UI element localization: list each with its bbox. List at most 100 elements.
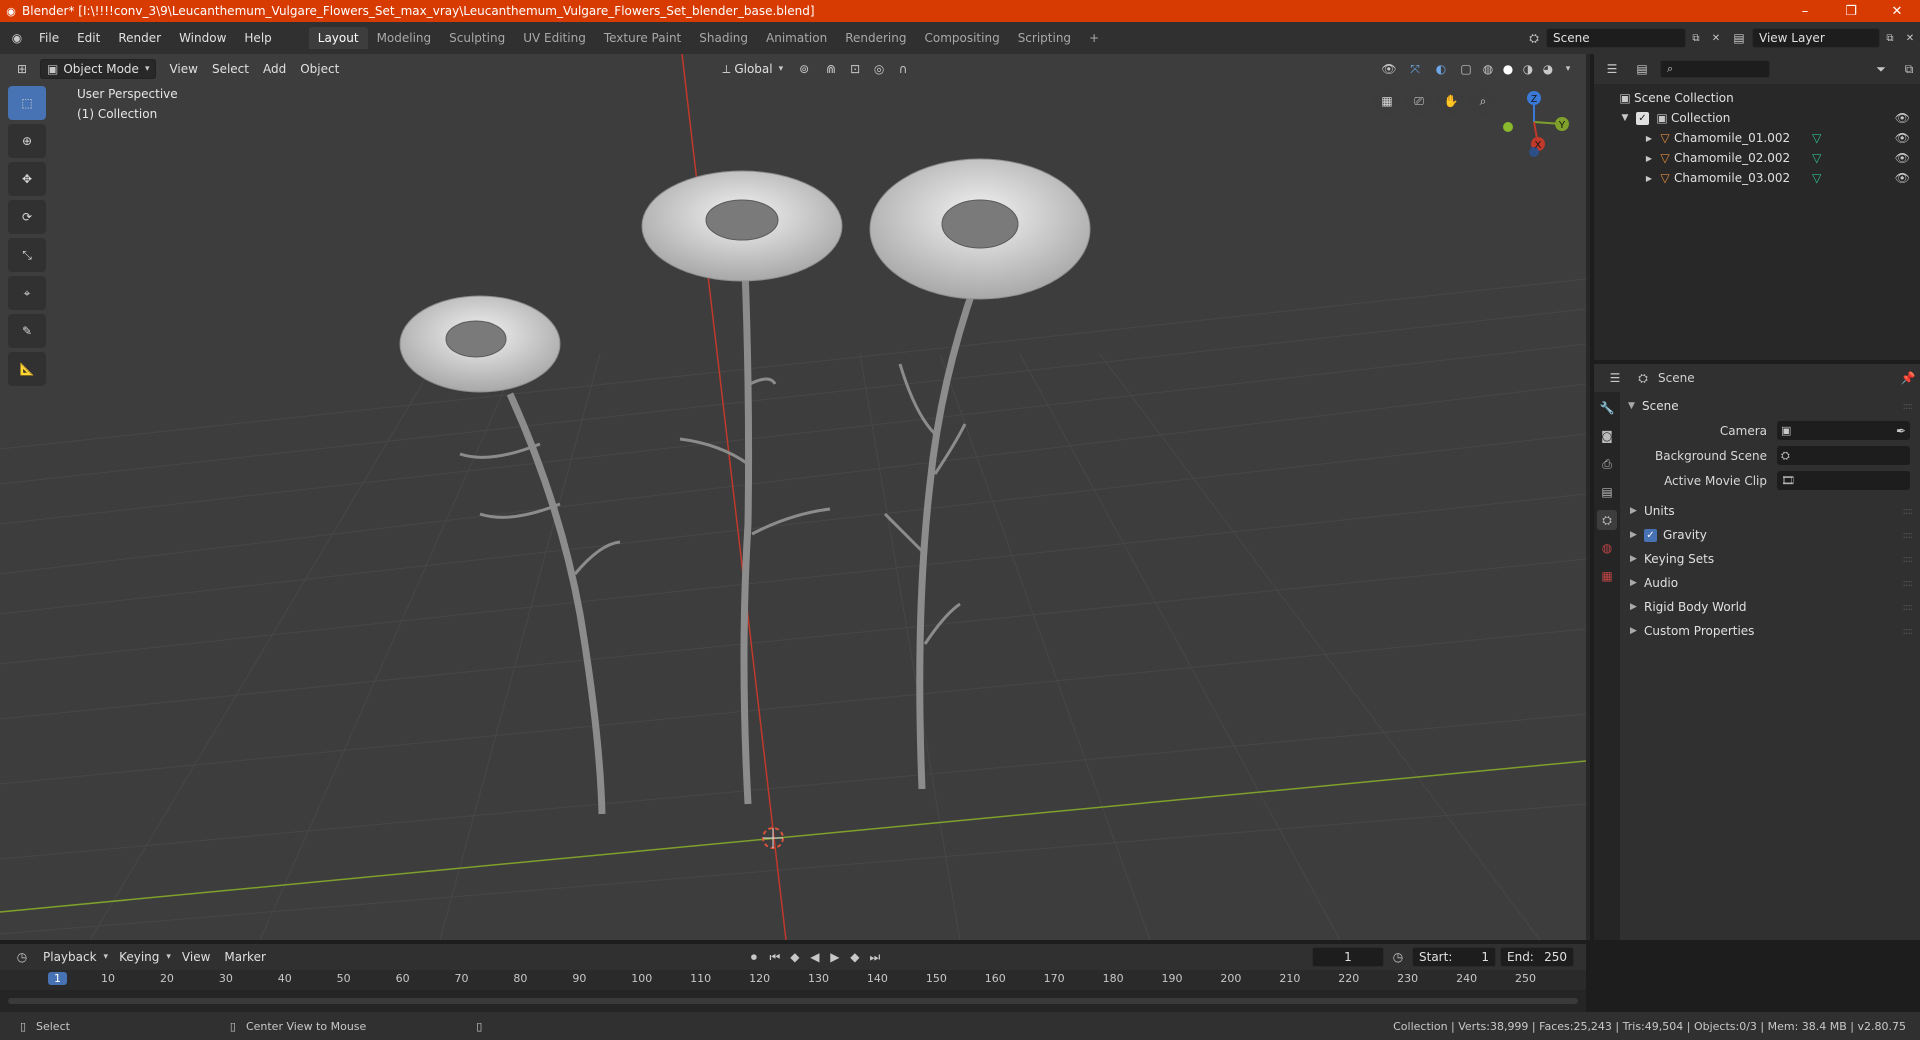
scene-selector[interactable]: Scene bbox=[1546, 28, 1686, 48]
active-movie-clip-field[interactable]: 🎞 bbox=[1777, 471, 1910, 490]
gravity-section[interactable]: ▶ ✓ Gravity :::: bbox=[1622, 523, 1920, 547]
gizmo-toggle-icon[interactable]: ⤧ bbox=[1402, 62, 1428, 77]
pin-icon[interactable]: 📌 bbox=[1896, 371, 1920, 385]
keying-sets-section[interactable]: ▶ Keying Sets :::: bbox=[1622, 547, 1920, 571]
transform-tool[interactable]: ⌖ bbox=[8, 276, 46, 310]
tab-texture[interactable]: ▦ bbox=[1597, 566, 1617, 586]
end-frame-field[interactable]: End: 250 bbox=[1500, 947, 1574, 967]
tab-scene[interactable]: ⛭ bbox=[1597, 510, 1617, 530]
xray-icon[interactable]: ▢ bbox=[1454, 62, 1478, 76]
view-layer-selector[interactable]: View Layer bbox=[1752, 28, 1880, 48]
eye-icon[interactable]: 👁 bbox=[1895, 171, 1910, 185]
select-box-tool[interactable]: ⬚ bbox=[8, 86, 46, 120]
drag-handle-icon[interactable]: :::: bbox=[1903, 554, 1914, 565]
mode-selector[interactable]: ▣ Object Mode ▾ bbox=[40, 59, 157, 79]
drag-handle-icon[interactable]: :::: bbox=[1903, 401, 1914, 412]
audio-section[interactable]: ▶ Audio :::: bbox=[1622, 571, 1920, 595]
jump-end-icon[interactable]: ⏭ bbox=[865, 950, 885, 965]
rigid-body-world-section[interactable]: ▶ Rigid Body World :::: bbox=[1622, 595, 1920, 619]
play-icon[interactable]: ▶ bbox=[825, 950, 845, 964]
3d-cursor[interactable] bbox=[762, 827, 784, 849]
tab-animation[interactable]: Animation bbox=[757, 27, 836, 49]
frame-ruler[interactable]: 1 10 20 30 40 50 60 70 80 90 100 110 120 130 140 150 160… bbox=[0, 970, 1586, 990]
view-menu[interactable]: View bbox=[162, 59, 204, 79]
tab-tool[interactable]: 🔧 bbox=[1597, 398, 1617, 418]
menu-window[interactable]: Window bbox=[170, 27, 235, 49]
eye-icon[interactable]: 👁 bbox=[1895, 131, 1910, 145]
jump-start-icon[interactable]: ⏮ bbox=[765, 950, 785, 965]
expand-triangle-icon[interactable]: ▶ bbox=[1642, 174, 1656, 183]
units-section[interactable]: ▶ Units :::: bbox=[1622, 499, 1920, 523]
timeline-view-menu[interactable]: View bbox=[175, 947, 217, 967]
prev-keyframe-icon[interactable]: ◆ bbox=[785, 950, 805, 964]
new-collection-icon[interactable]: ⧉ bbox=[1898, 62, 1920, 77]
tab-output[interactable]: ⎙ bbox=[1597, 454, 1617, 474]
expand-triangle-icon[interactable]: ▶ bbox=[1642, 134, 1656, 143]
tab-uv-editing[interactable]: UV Editing bbox=[514, 27, 595, 49]
outliner-row-object[interactable]: ▶ ▽ Chamomile_01.002 ▽ 👁 bbox=[1594, 128, 1920, 148]
mesh-data-icon[interactable]: ▽ bbox=[1812, 131, 1821, 145]
wireframe-shading-icon[interactable]: ◍ bbox=[1478, 62, 1498, 76]
gravity-checkbox[interactable]: ✓ bbox=[1644, 528, 1657, 542]
drag-handle-icon[interactable]: :::: bbox=[1903, 506, 1914, 517]
outliner-row-scene-collection[interactable]: ▣ Scene Collection bbox=[1594, 88, 1920, 108]
drag-handle-icon[interactable]: :::: bbox=[1903, 530, 1914, 541]
current-frame-field[interactable]: 1 bbox=[1312, 947, 1384, 967]
expand-triangle-icon[interactable]: ▶ bbox=[1642, 154, 1656, 163]
mesh-data-icon[interactable]: ▽ bbox=[1812, 171, 1821, 185]
tab-texture-paint[interactable]: Texture Paint bbox=[595, 27, 690, 49]
outliner-row-object[interactable]: ▶ ▽ Chamomile_02.002 ▽ 👁 bbox=[1594, 148, 1920, 168]
shading-options-icon[interactable]: ▾ bbox=[1558, 64, 1578, 74]
preview-range-icon[interactable]: ◷ bbox=[1384, 950, 1412, 964]
tab-render[interactable]: ◙ bbox=[1597, 426, 1617, 446]
zoom-view-button[interactable]: ⌕ bbox=[1470, 88, 1496, 114]
expand-triangle-icon[interactable]: ▼ bbox=[1618, 113, 1632, 123]
navigation-gizmo[interactable]: Z Y X bbox=[1500, 86, 1580, 166]
transform-orientation-selector[interactable]: ⟂ Global ▾ bbox=[716, 59, 789, 79]
start-frame-field[interactable]: Start: 1 bbox=[1412, 947, 1496, 967]
pivot-point-icon[interactable]: ⊚ bbox=[789, 62, 819, 76]
rotate-tool[interactable]: ⟳ bbox=[8, 200, 46, 234]
move-tool[interactable]: ✥ bbox=[8, 162, 46, 196]
eyedropper-icon[interactable]: ✒ bbox=[1896, 424, 1906, 438]
marker-menu[interactable]: Marker bbox=[217, 947, 272, 967]
overlays-icon[interactable]: ◐ bbox=[1428, 62, 1454, 76]
flower-3[interactable] bbox=[869, 158, 1091, 790]
outliner-row-collection[interactable]: ▼ ✓ ▣ Collection 👁 bbox=[1594, 108, 1920, 128]
outliner-search-input[interactable]: ⌕ bbox=[1660, 60, 1770, 78]
tab-rendering[interactable]: Rendering bbox=[836, 27, 915, 49]
drag-handle-icon[interactable]: :::: bbox=[1903, 578, 1914, 589]
scale-tool[interactable]: ⤡ bbox=[8, 238, 46, 272]
custom-properties-section[interactable]: ▶ Custom Properties :::: bbox=[1622, 619, 1920, 643]
tab-layout[interactable]: Layout bbox=[308, 27, 368, 49]
drag-handle-icon[interactable]: :::: bbox=[1903, 602, 1914, 613]
ortho-toggle-button[interactable]: ▦ bbox=[1374, 88, 1400, 114]
play-reverse-icon[interactable]: ◀ bbox=[805, 950, 825, 964]
material-shading-icon[interactable]: ◑ bbox=[1518, 62, 1538, 76]
flower-2[interactable] bbox=[641, 170, 843, 805]
tab-compositing[interactable]: Compositing bbox=[915, 27, 1008, 49]
falloff-icon[interactable]: ∩ bbox=[891, 62, 915, 76]
annotate-tool[interactable]: ✎ bbox=[8, 314, 46, 348]
object-menu[interactable]: Object bbox=[293, 59, 346, 79]
camera-view-button[interactable]: ⎚ bbox=[1406, 88, 1432, 114]
visibility-icon[interactable]: 👁 bbox=[1376, 62, 1402, 76]
3d-viewport[interactable] bbox=[0, 54, 1586, 940]
next-keyframe-icon[interactable]: ◆ bbox=[845, 950, 865, 964]
minimize-button[interactable]: – bbox=[1782, 0, 1828, 22]
rendered-shading-icon[interactable]: ◕ bbox=[1538, 62, 1558, 76]
menu-render[interactable]: Render bbox=[109, 27, 170, 49]
drag-handle-icon[interactable]: :::: bbox=[1903, 626, 1914, 637]
keying-menu[interactable]: Keying bbox=[112, 947, 166, 967]
timeline-track[interactable] bbox=[0, 990, 1586, 1012]
mesh-data-icon[interactable]: ▽ bbox=[1812, 151, 1821, 165]
blender-menu-icon[interactable]: ◉ bbox=[4, 31, 30, 45]
editor-type-icon[interactable]: ⊞ bbox=[8, 62, 36, 76]
display-mode-icon[interactable]: ▤ bbox=[1630, 62, 1654, 76]
tab-shading[interactable]: Shading bbox=[690, 27, 757, 49]
outliner-editor-icon[interactable]: ☰ bbox=[1600, 62, 1624, 76]
filter-icon[interactable]: ⏷ bbox=[1870, 62, 1892, 77]
solid-shading-icon[interactable]: ● bbox=[1498, 62, 1518, 76]
properties-editor-icon[interactable]: ☰ bbox=[1602, 371, 1628, 385]
flower-1[interactable] bbox=[399, 295, 621, 815]
